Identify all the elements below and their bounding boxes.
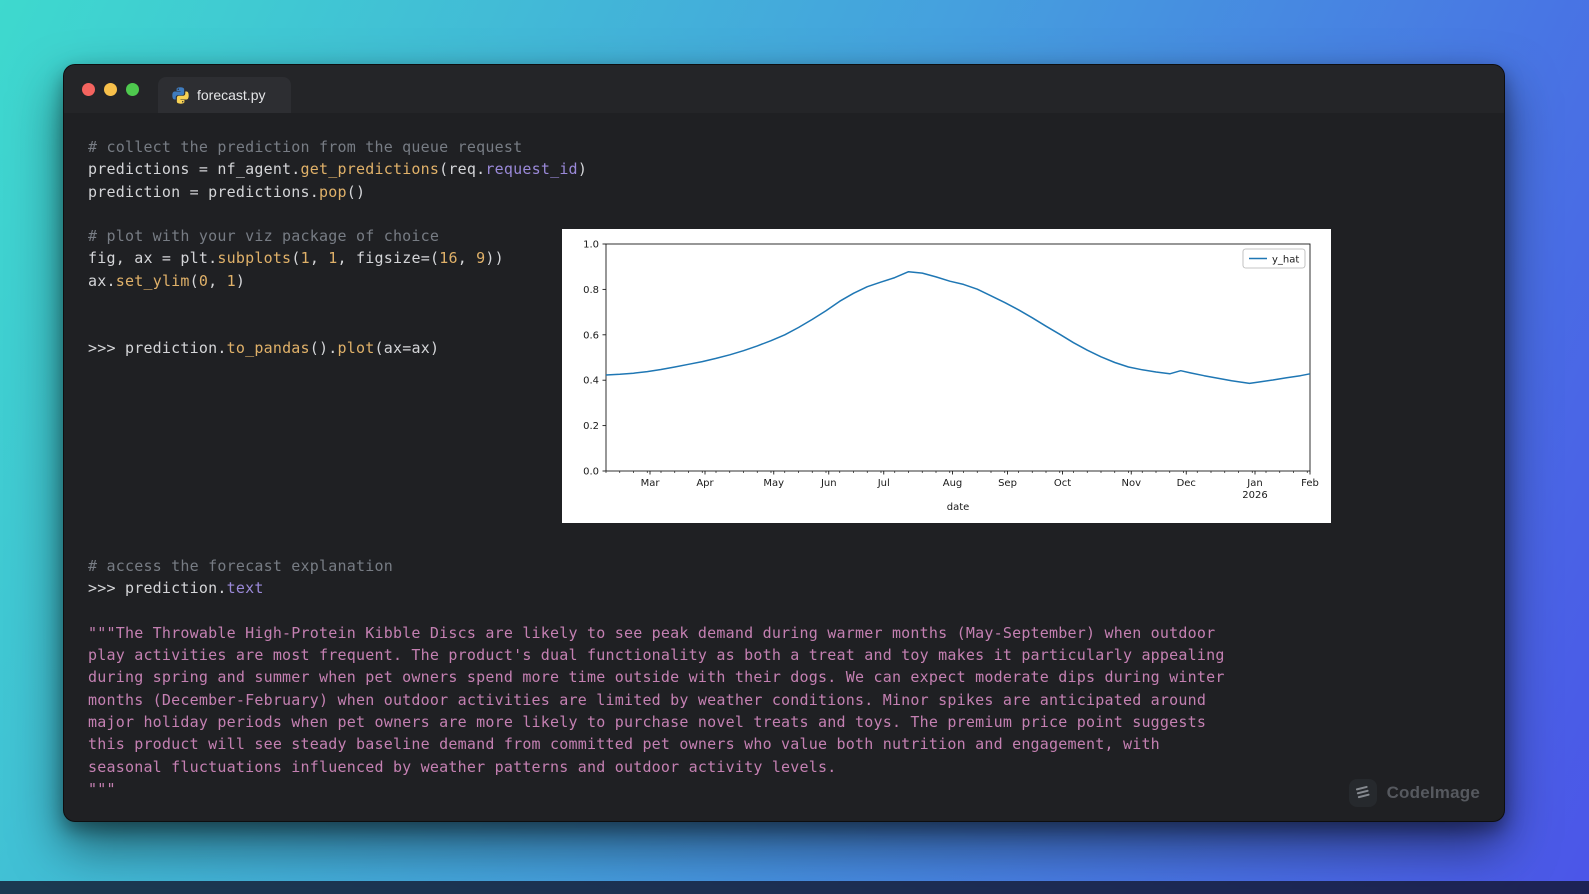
svg-text:date: date (947, 502, 970, 513)
svg-text:Jan: Jan (1246, 478, 1262, 489)
svg-text:0.6: 0.6 (583, 330, 599, 341)
bottom-edge-strip (0, 881, 1589, 894)
minimize-button[interactable] (104, 83, 117, 96)
svg-text:0.4: 0.4 (583, 376, 599, 387)
forecast-figure: 0.0 0.2 0.4 0.6 0.8 1.0 Mar Apr May Jun Jul Aug Sep O… (562, 229, 1331, 523)
svg-text:Feb: Feb (1301, 478, 1319, 489)
tab-forecast-py[interactable]: forecast.py (158, 77, 291, 113)
svg-text:2026: 2026 (1242, 490, 1267, 501)
svg-text:May: May (763, 478, 784, 489)
codeimage-watermark: CodeImage (1348, 779, 1480, 807)
python-icon (172, 86, 189, 104)
maximize-button[interactable] (126, 83, 139, 96)
code-window: forecast.py # collect the prediction fro… (63, 64, 1505, 822)
traffic-lights (82, 83, 139, 96)
svg-text:1.0: 1.0 (583, 240, 599, 251)
svg-text:Jul: Jul (877, 478, 890, 489)
close-button[interactable] (82, 83, 95, 96)
codeimage-label: CodeImage (1386, 783, 1480, 802)
svg-text:Jun: Jun (820, 478, 837, 489)
svg-text:Apr: Apr (696, 478, 714, 489)
svg-text:0.8: 0.8 (583, 285, 599, 296)
window-titlebar: forecast.py (64, 65, 1504, 113)
svg-text:0.2: 0.2 (583, 421, 599, 432)
svg-text:Mar: Mar (641, 478, 661, 489)
svg-text:Sep: Sep (998, 478, 1017, 489)
forecast-chart-svg: 0.0 0.2 0.4 0.6 0.8 1.0 Mar Apr May Jun Jul Aug Sep O… (562, 229, 1331, 523)
svg-text:0.0: 0.0 (583, 467, 599, 478)
svg-text:y_hat: y_hat (1272, 255, 1299, 266)
codeimage-icon (1348, 779, 1377, 807)
svg-text:Dec: Dec (1177, 478, 1196, 489)
code-block-bottom: # access the forecast explanation >>> pre… (88, 557, 1225, 798)
code-block-top: # collect the prediction from the queue … (88, 138, 588, 357)
svg-text:Oct: Oct (1054, 478, 1071, 489)
editor-body: # collect the prediction from the queue … (64, 113, 1504, 821)
tab-title: forecast.py (197, 87, 266, 103)
svg-text:Nov: Nov (1121, 478, 1141, 489)
svg-text:Aug: Aug (943, 478, 963, 489)
